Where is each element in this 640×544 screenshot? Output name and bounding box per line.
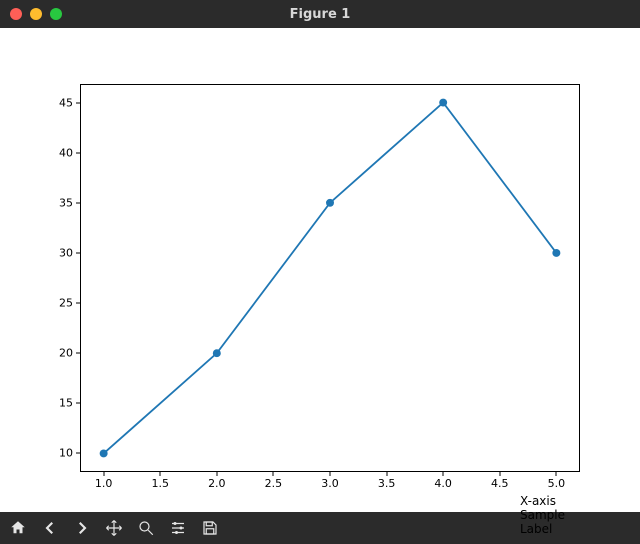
x-tick-label: 5.0 [536,477,576,490]
data-marker [552,249,560,257]
data-marker [439,99,447,107]
arrow-left-icon [41,519,59,537]
y-tick-mark [76,303,81,304]
x-tick-mark [160,471,161,476]
zoom-button[interactable] [130,513,162,543]
x-tick-mark [103,471,104,476]
forward-button[interactable] [66,513,98,543]
y-tick-mark [76,252,81,253]
y-tick-mark [76,202,81,203]
y-tick-label: 10 [43,447,73,460]
home-icon [9,519,27,537]
configure-button[interactable] [162,513,194,543]
arrow-right-icon [73,519,91,537]
close-icon[interactable] [10,8,22,20]
x-tick-label: 1.0 [84,477,124,490]
zoom-icon [137,519,155,537]
y-tick-label: 15 [43,397,73,410]
sliders-icon [169,519,187,537]
save-icon [201,519,219,537]
x-tick-mark [216,471,217,476]
x-tick-label: 4.0 [423,477,463,490]
data-marker [100,449,108,457]
y-tick-mark [76,353,81,354]
x-tick-mark [330,471,331,476]
x-tick-mark [556,471,557,476]
x-axis-label: X-axis Sample Label [520,494,580,536]
y-tick-label: 40 [43,146,73,159]
line-plot [81,85,579,471]
x-tick-label: 3.5 [367,477,407,490]
home-button[interactable] [2,513,34,543]
x-tick-label: 3.0 [310,477,350,490]
window-title: Figure 1 [0,7,640,22]
move-icon [105,519,123,537]
y-tick-mark [76,152,81,153]
y-tick-label: 25 [43,297,73,310]
window-controls [10,8,62,20]
x-tick-label: 2.5 [253,477,293,490]
titlebar: Figure 1 [0,0,640,28]
figure-window: Figure 1 10 15 20 25 30 35 40 45 1.0 1.5 2.0 2.5 3.0… [0,0,640,544]
data-marker [213,349,221,357]
y-tick-label: 45 [43,96,73,109]
chart-canvas: 10 15 20 25 30 35 40 45 1.0 1.5 2.0 2.5 3.0 3.5 4.0 4.5… [0,28,640,512]
y-tick-label: 30 [43,246,73,259]
x-tick-mark [273,471,274,476]
minimize-icon[interactable] [30,8,42,20]
pan-button[interactable] [98,513,130,543]
y-tick-label: 20 [43,347,73,360]
data-line [104,103,557,454]
save-button[interactable] [194,513,226,543]
data-marker [326,199,334,207]
y-tick-mark [76,102,81,103]
x-tick-mark [443,471,444,476]
y-tick-label: 35 [43,196,73,209]
y-tick-mark [76,453,81,454]
back-button[interactable] [34,513,66,543]
x-tick-label: 1.5 [140,477,180,490]
x-tick-label: 4.5 [480,477,520,490]
x-tick-mark [386,471,387,476]
maximize-icon[interactable] [50,8,62,20]
chart-axes: 10152025303540451.01.52.02.53.03.54.04.5… [80,84,580,472]
x-tick-label: 2.0 [197,477,237,490]
y-tick-mark [76,403,81,404]
x-tick-mark [499,471,500,476]
